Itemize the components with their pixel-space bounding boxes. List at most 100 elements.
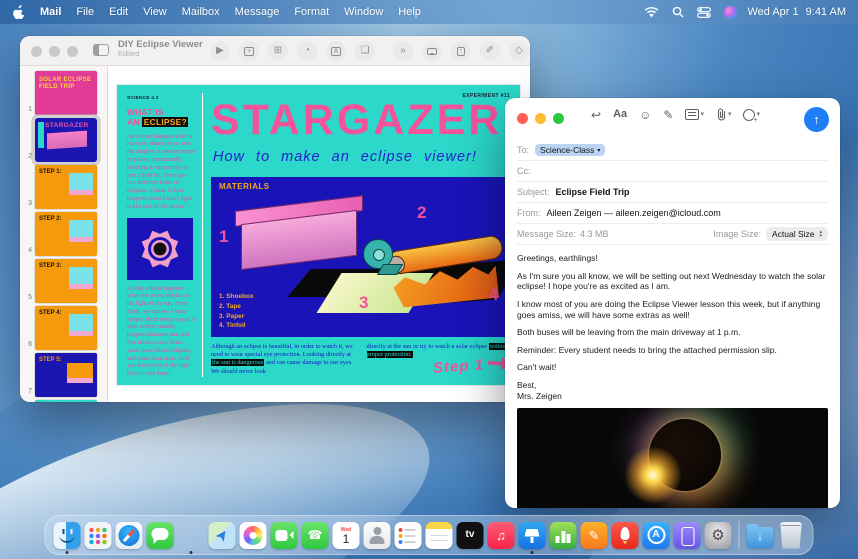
menu-item-message[interactable]: Message	[235, 6, 280, 18]
undo-icon[interactable]: ↩	[591, 109, 601, 121]
dock-facetime[interactable]	[271, 522, 298, 549]
recipient-token[interactable]: Science-Class ▾	[535, 144, 605, 156]
subject-field[interactable]: Subject: Eclipse Field Trip	[517, 182, 828, 203]
table-button[interactable]: ⊞	[268, 41, 288, 61]
cc-field[interactable]: Cc:	[517, 161, 828, 182]
slide-thumbnail-row[interactable]: 3 STEP 1:	[22, 165, 103, 209]
markup-icon[interactable]: ✎	[663, 109, 673, 121]
slide-navigator[interactable]: 1 SOLAR ECLIPSE FIELD TRIP 2 STARGAZER 3…	[20, 66, 108, 402]
dock-reminders[interactable]	[395, 522, 422, 549]
stationery-menu-button[interactable]: ▾	[685, 109, 704, 120]
dock-calendar[interactable]: Wed1	[333, 522, 360, 549]
chart-button[interactable]: ◔	[297, 41, 317, 61]
slide-thumbnail-row-selected[interactable]: 2 STARGAZER	[22, 118, 103, 162]
dock-contacts[interactable]	[364, 522, 391, 549]
minimize-button[interactable]	[49, 46, 60, 57]
format-text-icon[interactable]: Aa	[613, 109, 627, 120]
menu-item-help[interactable]: Help	[398, 6, 421, 18]
insert-photo-menu-button[interactable]: ▾	[743, 109, 760, 121]
desktop: Mail File Edit View Mailbox Message Form…	[0, 0, 858, 559]
slide-stargazer[interactable]: SCIENCE 4.3 WHAT IS AN ECLIPSE? An eclip…	[117, 85, 520, 385]
dock-app-store[interactable]: A	[643, 522, 670, 549]
dock-pages[interactable]: ✎	[581, 522, 608, 549]
dock-messages[interactable]	[147, 522, 174, 549]
dock-iphone-mirroring[interactable]	[674, 522, 701, 549]
keynote-title-bar[interactable]: DIY Eclipse Viewer Edited ▶ + ⊞ ◔ A ❏ » …	[20, 36, 530, 66]
system-settings-gear-icon: ⚙	[705, 522, 732, 549]
dock-trash[interactable]	[778, 522, 805, 549]
launchpad-icon	[85, 522, 112, 549]
dock-finder[interactable]	[54, 522, 81, 549]
menu-item-view[interactable]: View	[143, 6, 167, 18]
add-slide-button[interactable]: +	[239, 41, 259, 61]
slide-7-thumbnail[interactable]: STEP 5:	[35, 353, 97, 397]
menu-item-edit[interactable]: Edit	[109, 6, 128, 18]
dock-safari[interactable]	[116, 522, 143, 549]
wifi-icon[interactable]	[644, 7, 659, 18]
image-size-select[interactable]: Actual Size ▴ ▾	[766, 227, 828, 241]
slide-6-thumbnail[interactable]: STEP 4:	[35, 306, 97, 350]
eclipse-photo-attachment[interactable]	[517, 408, 828, 508]
dock-photos[interactable]	[240, 522, 267, 549]
dock-downloads[interactable]: ↓	[747, 523, 774, 548]
slide-thumbnail-row[interactable]: 1 SOLAR ECLIPSE FIELD TRIP	[22, 71, 103, 115]
mail-toolbar[interactable]: ↩ Aa ☺ ✎ ▾ ▾ ▾ ↑	[505, 98, 840, 140]
slide-2-thumbnail[interactable]: STARGAZER	[35, 118, 97, 162]
message-body[interactable]: Greetings, earthlings! As I'm sure you a…	[505, 245, 840, 401]
dock-phone[interactable]: ☎	[302, 522, 329, 549]
slide-thumbnail-row[interactable]: 4 STEP 2:	[22, 212, 103, 256]
slide-thumbnail-row[interactable]: 5 STEP 3:	[22, 259, 103, 303]
phone-icon: ☎	[302, 522, 329, 549]
shape-button[interactable]: ❏	[355, 41, 375, 61]
menu-item-window[interactable]: Window	[344, 6, 383, 18]
dock-rocket-app[interactable]	[612, 522, 639, 549]
materials-item: 2. Tape	[219, 302, 254, 312]
pages-icon: ✎	[581, 522, 608, 549]
dock-keynote[interactable]	[519, 522, 546, 549]
search-icon[interactable]	[672, 6, 684, 18]
apple-menu-icon[interactable]	[12, 5, 26, 19]
more-toolbar-items-button[interactable]: »	[393, 41, 413, 61]
dock-notes[interactable]	[426, 522, 453, 549]
slide-8-thumbnail[interactable]: DID YOU KNOW	[35, 400, 97, 402]
play-button[interactable]: ▶	[210, 41, 230, 61]
dock-launchpad[interactable]	[85, 522, 112, 549]
siri-icon[interactable]	[724, 6, 737, 19]
zoom-button[interactable]	[553, 113, 564, 124]
attach-menu-button[interactable]: ▾	[716, 108, 732, 121]
emoji-icon[interactable]: ☺	[639, 109, 651, 121]
menu-item-file[interactable]: File	[76, 6, 94, 18]
share-button[interactable]: ↑	[451, 41, 471, 61]
dock-maps[interactable]	[209, 522, 236, 549]
control-center-icon[interactable]	[697, 7, 711, 18]
send-button[interactable]: ↑	[804, 107, 829, 132]
dock-apple-tv[interactable]: tv	[457, 522, 484, 549]
dock-system-settings[interactable]: ⚙	[705, 522, 732, 549]
from-field[interactable]: From: Aileen Zeigen — aileen.zeigen@iclo…	[517, 203, 828, 224]
slide-canvas[interactable]: SCIENCE 4.3 WHAT IS AN ECLIPSE? An eclip…	[108, 66, 530, 402]
menu-item-mailbox[interactable]: Mailbox	[182, 6, 220, 18]
format-button[interactable]: ✐	[480, 41, 500, 61]
slide-5-thumbnail[interactable]: STEP 3:	[35, 259, 97, 303]
animate-button[interactable]: ◇	[509, 41, 529, 61]
text-button[interactable]: A	[326, 41, 346, 61]
to-field[interactable]: To: Science-Class ▾	[517, 140, 828, 161]
toggle-sidebar-icon[interactable]	[93, 44, 109, 56]
zoom-button[interactable]	[67, 46, 78, 57]
comment-button[interactable]	[422, 41, 442, 61]
menu-item-mail[interactable]: Mail	[40, 6, 61, 18]
dock-numbers[interactable]	[550, 522, 577, 549]
slide-thumbnail-row[interactable]: 6 STEP 4:	[22, 306, 103, 350]
dock-mail[interactable]: ✉	[178, 522, 205, 549]
menu-item-format[interactable]: Format	[294, 6, 329, 18]
slide-3-thumbnail[interactable]: STEP 1:	[35, 165, 97, 209]
menu-bar-clock[interactable]: Wed Apr 1 9:41 AM	[747, 6, 846, 18]
close-button[interactable]	[517, 113, 528, 124]
close-button[interactable]	[31, 46, 42, 57]
minimize-button[interactable]	[535, 113, 546, 124]
slide-thumbnail-row[interactable]: DID YOU KNOW	[22, 400, 103, 402]
slide-thumbnail-row[interactable]: 7 STEP 5:	[22, 353, 103, 397]
slide-1-thumbnail[interactable]: SOLAR ECLIPSE FIELD TRIP	[35, 71, 97, 115]
slide-4-thumbnail[interactable]: STEP 2:	[35, 212, 97, 256]
dock-music[interactable]: ♫	[488, 522, 515, 549]
